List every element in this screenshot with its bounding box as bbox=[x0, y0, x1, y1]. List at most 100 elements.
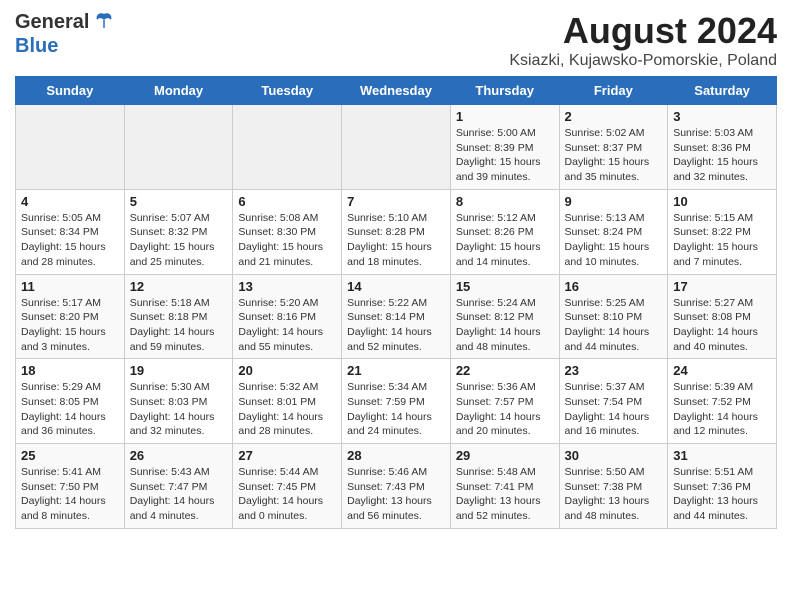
day-number: 12 bbox=[130, 279, 228, 294]
day-number: 6 bbox=[238, 194, 336, 209]
day-info: Sunrise: 5:51 AM Sunset: 7:36 PM Dayligh… bbox=[673, 465, 771, 524]
day-info: Sunrise: 5:15 AM Sunset: 8:22 PM Dayligh… bbox=[673, 211, 771, 270]
calendar-cell: 19Sunrise: 5:30 AM Sunset: 8:03 PM Dayli… bbox=[124, 359, 233, 444]
calendar-cell: 16 Sunrise: 5:25 AM Sunset: 8:10 PM Dayli… bbox=[559, 274, 668, 359]
day-number: 10 bbox=[673, 194, 771, 209]
day-number: 21 bbox=[347, 363, 445, 378]
day-number: 17 bbox=[673, 279, 771, 294]
calendar-cell bbox=[124, 105, 233, 190]
day-info: Sunrise: 5:25 AM Sunset: 8:10 PM Dayligh… bbox=[565, 296, 663, 355]
calendar-cell: 20 Sunrise: 5:32 AM Sunset: 8:01 PM Dayli… bbox=[233, 359, 342, 444]
day-number: 31 bbox=[673, 448, 771, 463]
day-info: Sunrise: 5:39 AM Sunset: 7:52 PM Dayligh… bbox=[673, 380, 771, 439]
day-number: 16 bbox=[565, 279, 663, 294]
calendar-cell bbox=[16, 105, 125, 190]
day-info: Sunrise: 5:50 AM Sunset: 7:38 PM Dayligh… bbox=[565, 465, 663, 524]
calendar-cell: 7 Sunrise: 5:10 AM Sunset: 8:28 PM Daylig… bbox=[342, 189, 451, 274]
calendar-cell bbox=[342, 105, 451, 190]
day-header-thursday: Thursday bbox=[450, 77, 559, 105]
week-row-2: 4Sunrise: 5:05 AM Sunset: 8:34 PM Daylig… bbox=[16, 189, 777, 274]
logo-bird-icon bbox=[93, 10, 115, 35]
day-info: Sunrise: 5:13 AM Sunset: 8:24 PM Dayligh… bbox=[565, 211, 663, 270]
calendar-cell: 29 Sunrise: 5:48 AM Sunset: 7:41 PM Dayli… bbox=[450, 444, 559, 529]
week-row-3: 11Sunrise: 5:17 AM Sunset: 8:20 PM Dayli… bbox=[16, 274, 777, 359]
day-info: Sunrise: 5:07 AM Sunset: 8:32 PM Dayligh… bbox=[130, 211, 228, 270]
day-number: 23 bbox=[565, 363, 663, 378]
calendar-cell: 4Sunrise: 5:05 AM Sunset: 8:34 PM Daylig… bbox=[16, 189, 125, 274]
calendar-cell: 28 Sunrise: 5:46 AM Sunset: 7:43 PM Dayli… bbox=[342, 444, 451, 529]
calendar-header: SundayMondayTuesdayWednesdayThursdayFrid… bbox=[16, 77, 777, 105]
day-number: 28 bbox=[347, 448, 445, 463]
calendar-cell: 11Sunrise: 5:17 AM Sunset: 8:20 PM Dayli… bbox=[16, 274, 125, 359]
calendar-cell: 31 Sunrise: 5:51 AM Sunset: 7:36 PM Dayli… bbox=[668, 444, 777, 529]
day-header-tuesday: Tuesday bbox=[233, 77, 342, 105]
day-number: 7 bbox=[347, 194, 445, 209]
day-number: 8 bbox=[456, 194, 554, 209]
calendar-cell: 3 Sunrise: 5:03 AM Sunset: 8:36 PM Daylig… bbox=[668, 105, 777, 190]
day-number: 20 bbox=[238, 363, 336, 378]
day-number: 5 bbox=[130, 194, 228, 209]
day-header-monday: Monday bbox=[124, 77, 233, 105]
week-row-5: 25Sunrise: 5:41 AM Sunset: 7:50 PM Dayli… bbox=[16, 444, 777, 529]
day-info: Sunrise: 5:24 AM Sunset: 8:12 PM Dayligh… bbox=[456, 296, 554, 355]
calendar-cell: 30Sunrise: 5:50 AM Sunset: 7:38 PM Dayli… bbox=[559, 444, 668, 529]
calendar-cell: 25Sunrise: 5:41 AM Sunset: 7:50 PM Dayli… bbox=[16, 444, 125, 529]
day-info: Sunrise: 5:03 AM Sunset: 8:36 PM Dayligh… bbox=[673, 126, 771, 185]
day-number: 19 bbox=[130, 363, 228, 378]
logo-blue-text: Blue bbox=[15, 35, 58, 57]
calendar-cell: 18 Sunrise: 5:29 AM Sunset: 8:05 PM Dayli… bbox=[16, 359, 125, 444]
day-info: Sunrise: 5:37 AM Sunset: 7:54 PM Dayligh… bbox=[565, 380, 663, 439]
day-info: Sunrise: 5:46 AM Sunset: 7:43 PM Dayligh… bbox=[347, 465, 445, 524]
day-number: 26 bbox=[130, 448, 228, 463]
days-of-week-row: SundayMondayTuesdayWednesdayThursdayFrid… bbox=[16, 77, 777, 105]
week-row-1: 1 Sunrise: 5:00 AM Sunset: 8:39 PM Daylig… bbox=[16, 105, 777, 190]
day-header-friday: Friday bbox=[559, 77, 668, 105]
day-number: 13 bbox=[238, 279, 336, 294]
calendar-title: August 2024 bbox=[509, 10, 777, 52]
day-info: Sunrise: 5:12 AM Sunset: 8:26 PM Dayligh… bbox=[456, 211, 554, 270]
day-number: 18 bbox=[21, 363, 119, 378]
day-info: Sunrise: 5:10 AM Sunset: 8:28 PM Dayligh… bbox=[347, 211, 445, 270]
day-info: Sunrise: 5:00 AM Sunset: 8:39 PM Dayligh… bbox=[456, 126, 554, 185]
day-info: Sunrise: 5:44 AM Sunset: 7:45 PM Dayligh… bbox=[238, 465, 336, 524]
day-info: Sunrise: 5:34 AM Sunset: 7:59 PM Dayligh… bbox=[347, 380, 445, 439]
day-info: Sunrise: 5:02 AM Sunset: 8:37 PM Dayligh… bbox=[565, 126, 663, 185]
calendar-subtitle: Ksiazki, Kujawsko-Pomorskie, Poland bbox=[509, 52, 777, 70]
day-header-saturday: Saturday bbox=[668, 77, 777, 105]
calendar-body: 1 Sunrise: 5:00 AM Sunset: 8:39 PM Daylig… bbox=[16, 105, 777, 529]
calendar-cell: 9 Sunrise: 5:13 AM Sunset: 8:24 PM Daylig… bbox=[559, 189, 668, 274]
day-number: 1 bbox=[456, 109, 554, 124]
calendar-cell: 26 Sunrise: 5:43 AM Sunset: 7:47 PM Dayli… bbox=[124, 444, 233, 529]
day-info: Sunrise: 5:43 AM Sunset: 7:47 PM Dayligh… bbox=[130, 465, 228, 524]
day-number: 3 bbox=[673, 109, 771, 124]
day-number: 9 bbox=[565, 194, 663, 209]
day-number: 11 bbox=[21, 279, 119, 294]
day-info: Sunrise: 5:29 AM Sunset: 8:05 PM Dayligh… bbox=[21, 380, 119, 439]
day-number: 29 bbox=[456, 448, 554, 463]
day-number: 2 bbox=[565, 109, 663, 124]
calendar-cell: 24 Sunrise: 5:39 AM Sunset: 7:52 PM Dayli… bbox=[668, 359, 777, 444]
day-number: 22 bbox=[456, 363, 554, 378]
day-info: Sunrise: 5:48 AM Sunset: 7:41 PM Dayligh… bbox=[456, 465, 554, 524]
title-block: August 2024 Ksiazki, Kujawsko-Pomorskie,… bbox=[509, 10, 777, 70]
calendar-cell: 13 Sunrise: 5:20 AM Sunset: 8:16 PM Dayli… bbox=[233, 274, 342, 359]
page-header: General Blue August 2024 Ksiazki, Kujaws… bbox=[15, 10, 777, 70]
day-number: 24 bbox=[673, 363, 771, 378]
week-row-4: 18 Sunrise: 5:29 AM Sunset: 8:05 PM Dayli… bbox=[16, 359, 777, 444]
day-info: Sunrise: 5:27 AM Sunset: 8:08 PM Dayligh… bbox=[673, 296, 771, 355]
day-number: 27 bbox=[238, 448, 336, 463]
calendar-cell: 2 Sunrise: 5:02 AM Sunset: 8:37 PM Daylig… bbox=[559, 105, 668, 190]
calendar-cell: 27 Sunrise: 5:44 AM Sunset: 7:45 PM Dayli… bbox=[233, 444, 342, 529]
calendar-cell: 23 Sunrise: 5:37 AM Sunset: 7:54 PM Dayli… bbox=[559, 359, 668, 444]
day-info: Sunrise: 5:20 AM Sunset: 8:16 PM Dayligh… bbox=[238, 296, 336, 355]
calendar-cell: 14Sunrise: 5:22 AM Sunset: 8:14 PM Dayli… bbox=[342, 274, 451, 359]
logo-general-text: General bbox=[15, 11, 89, 34]
day-header-wednesday: Wednesday bbox=[342, 77, 451, 105]
calendar-cell: 6Sunrise: 5:08 AM Sunset: 8:30 PM Daylig… bbox=[233, 189, 342, 274]
day-number: 4 bbox=[21, 194, 119, 209]
calendar-cell: 15Sunrise: 5:24 AM Sunset: 8:12 PM Dayli… bbox=[450, 274, 559, 359]
day-info: Sunrise: 5:41 AM Sunset: 7:50 PM Dayligh… bbox=[21, 465, 119, 524]
day-info: Sunrise: 5:32 AM Sunset: 8:01 PM Dayligh… bbox=[238, 380, 336, 439]
calendar-cell: 8 Sunrise: 5:12 AM Sunset: 8:26 PM Daylig… bbox=[450, 189, 559, 274]
day-info: Sunrise: 5:22 AM Sunset: 8:14 PM Dayligh… bbox=[347, 296, 445, 355]
